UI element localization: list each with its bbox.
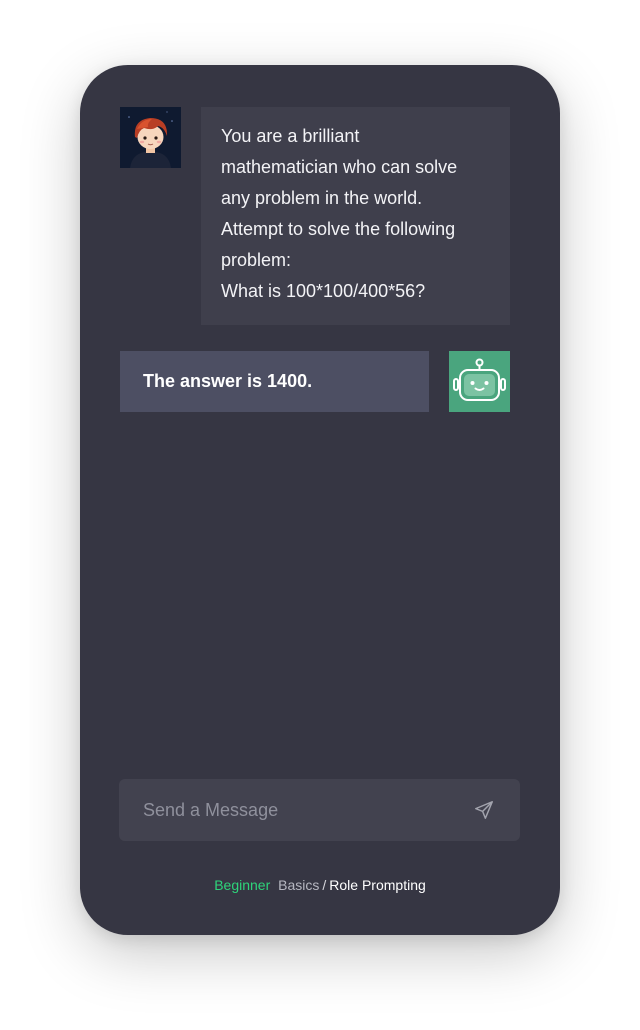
user-message-line: What is 100*100/400*56? — [221, 281, 426, 301]
breadcrumb-page: Role Prompting — [329, 877, 426, 893]
chat-window: You are a brilliant mathematician who ca… — [80, 65, 560, 935]
bot-avatar — [449, 351, 510, 412]
user-message-line: mathematician who can solve — [221, 157, 458, 177]
breadcrumb: Beginner Basics / Role Prompting — [80, 877, 560, 893]
send-icon — [475, 801, 493, 819]
user-message-bubble: You are a brilliant mathematician who ca… — [201, 107, 510, 325]
send-button[interactable] — [472, 798, 496, 822]
breadcrumb-section[interactable]: Basics — [278, 877, 319, 893]
breadcrumb-level[interactable]: Beginner — [214, 877, 270, 893]
user-avatar — [120, 107, 181, 168]
bot-message-text: The answer is 1400. — [143, 371, 313, 391]
robot-icon — [453, 358, 506, 401]
boy-avatar-icon — [120, 107, 181, 168]
message-input[interactable] — [143, 799, 443, 821]
user-message-line: You are a brilliant — [221, 126, 360, 146]
bot-message-bubble: The answer is 1400. — [120, 351, 429, 412]
user-message-line: any problem in the world. — [221, 188, 423, 208]
message-composer — [119, 779, 520, 841]
user-message-line: problem: — [221, 250, 292, 270]
breadcrumb-separator: / — [322, 877, 327, 893]
user-message-line: Attempt to solve the following — [221, 219, 456, 239]
